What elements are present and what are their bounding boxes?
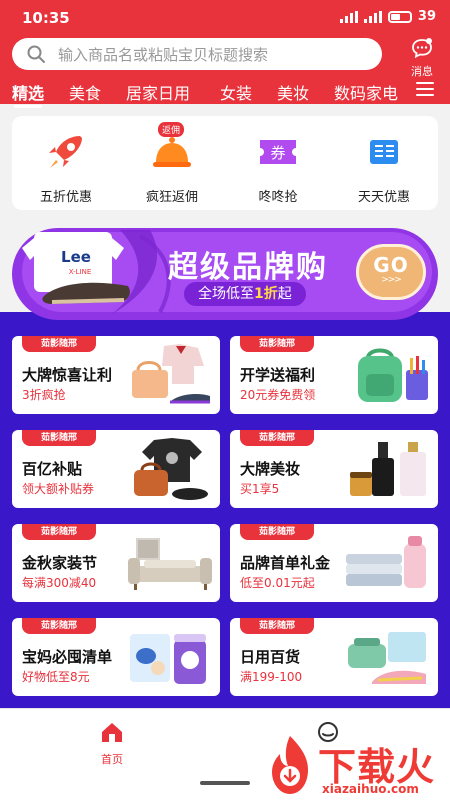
promo-card[interactable]: 茹影随邢 宝妈必囤清单 好物低至8元 <box>12 618 220 696</box>
feature-label: 疯狂返佣 <box>145 190 198 205</box>
kitchen-goods-image <box>348 632 426 684</box>
search-icon <box>27 45 45 63</box>
banner-brand: Lee <box>61 248 91 266</box>
sofa-image <box>128 538 212 590</box>
promo-subtitle: 买1享5 <box>240 482 280 496</box>
messages-label: 消息 <box>411 65 433 78</box>
nav-home[interactable]: 首页 <box>92 721 132 767</box>
promo-title: 大牌惊喜让利 <box>22 366 113 384</box>
book-icon <box>370 140 398 164</box>
header: 10:35 39 输入商品名或粘贴宝贝标题搜索 消息 精选 美食 居家日用 女装… <box>0 0 450 108</box>
promo-card[interactable]: 茹影随邢 开学送福利 20元券免费领 <box>230 336 438 414</box>
status-icons: 39 <box>339 9 436 24</box>
promo-grid: 茹影随邢 大牌惊喜让利 3折疯抢 茹影随邢 开学送福利 20元券免费领 茹影随邢… <box>0 328 450 708</box>
promo-tag: 茹影随邢 <box>22 336 96 352</box>
rocket-icon <box>49 136 82 168</box>
feature-label: 五折优惠 <box>39 190 92 205</box>
signal-icon-2 <box>363 10 382 23</box>
tshirt-bag-image <box>134 438 208 500</box>
quick-features: 五折优惠 返佣 疯狂返佣 券 咚咚抢 天天优惠 <box>12 116 438 210</box>
diapers-formula-image <box>130 634 206 684</box>
promo-subtitle: 每满300减40 <box>22 576 97 590</box>
promo-tag: 茹影随邢 <box>240 524 314 540</box>
signal-icon <box>339 10 358 23</box>
status-time: 10:35 <box>22 9 70 27</box>
tab-womens-wear[interactable]: 女装 <box>220 80 252 104</box>
battery-level: 39 <box>417 9 436 24</box>
promo-title: 日用百货 <box>240 648 301 666</box>
banner-title: 超级品牌购 <box>168 250 328 285</box>
banner-brand-sub: X-LINE <box>69 268 92 276</box>
promo-subtitle: 3折疯抢 <box>22 388 66 402</box>
rebate-badge: 返佣 <box>158 122 185 137</box>
tab-food[interactable]: 美食 <box>69 80 101 104</box>
gesture-home-bar[interactable] <box>200 781 250 785</box>
category-tabs: 精选 美食 居家日用 女装 美妆 数码家电 <box>0 78 450 108</box>
promo-subtitle: 领大额补贴券 <box>22 482 95 496</box>
promo-subtitle: 满199-100 <box>240 670 303 684</box>
menu-icon[interactable] <box>416 82 434 96</box>
status-bar: 10:35 39 <box>0 0 450 36</box>
feature-crazy-rebate[interactable]: 返佣 疯狂返佣 <box>132 122 212 205</box>
promo-tag: 茹影随邢 <box>240 430 314 446</box>
promo-card[interactable]: 茹影随邢 大牌美妆 买1享5 <box>230 430 438 508</box>
flame-logo-icon <box>272 736 308 794</box>
promo-card[interactable]: 茹影随邢 金秋家装节 每满300减40 <box>12 524 220 602</box>
tab-beauty[interactable]: 美妆 <box>277 80 309 104</box>
promo-title: 宝妈必囤清单 <box>22 648 113 666</box>
promo-tag: 茹影随邢 <box>240 618 314 634</box>
handbag-shoes-image <box>132 344 210 404</box>
messages-button[interactable]: 消息 <box>398 36 446 78</box>
search-input[interactable]: 输入商品名或粘贴宝贝标题搜索 <box>12 38 382 70</box>
feature-daily-deals[interactable]: 天天优惠 <box>344 130 424 205</box>
promo-tag: 茹影随邢 <box>22 618 96 634</box>
tab-featured[interactable]: 精选 <box>12 80 44 108</box>
battery-icon <box>387 10 412 23</box>
banner-subtitle-suffix: 起 <box>277 286 292 302</box>
promo-tag: 茹影随邢 <box>240 336 314 352</box>
promo-subtitle: 好物低至8元 <box>22 670 90 684</box>
banner-subtitle-highlight: 1折 <box>254 286 278 302</box>
nav-home-label: 首页 <box>101 753 123 766</box>
promo-subtitle: 20元券免费领 <box>240 388 316 402</box>
go-arrows: >>> <box>381 275 402 285</box>
promo-card[interactable]: 茹影随邢 日用百货 满199-100 <box>230 618 438 696</box>
home-icon <box>102 723 122 742</box>
coupon-glyph: 券 <box>270 144 285 162</box>
promo-title: 大牌美妆 <box>240 460 301 478</box>
banner-subtitle-prefix: 全场低至 <box>198 286 254 302</box>
watermark: 下载火 xiazaihuo.com <box>262 734 450 800</box>
backpack-pencils-image <box>358 348 428 402</box>
promo-tag: 茹影随邢 <box>22 430 96 446</box>
promo-subtitle: 低至0.01元起 <box>240 576 315 590</box>
promo-title: 品牌首单礼金 <box>240 554 331 572</box>
watermark-url: xiazaihuo.com <box>322 782 419 796</box>
tab-electronics[interactable]: 数码家电 <box>334 80 398 104</box>
promo-tag: 茹影随邢 <box>22 524 96 540</box>
banner-subtitle: 全场低至1折起 <box>184 282 306 306</box>
search-placeholder: 输入商品名或粘贴宝贝标题搜索 <box>58 45 269 64</box>
feature-label: 天天优惠 <box>357 190 410 205</box>
go-label: GO <box>373 253 409 277</box>
message-bubble-icon <box>412 38 432 59</box>
cosmetics-image <box>350 442 426 496</box>
promo-card[interactable]: 茹影随邢 百亿补贴 领大额补贴券 <box>12 430 220 508</box>
coupon-icon: 券 <box>260 140 296 164</box>
promo-card[interactable]: 茹影随邢 品牌首单礼金 低至0.01元起 <box>230 524 438 602</box>
promo-title: 金秋家装节 <box>22 554 98 572</box>
towels-bottle-image <box>346 536 426 588</box>
go-button[interactable]: GO >>> <box>356 244 426 300</box>
promo-title: 开学送福利 <box>240 366 316 384</box>
promo-title: 百亿补贴 <box>22 460 83 478</box>
feature-dongdong-grab[interactable]: 券 咚咚抢 <box>238 130 318 205</box>
feature-label: 咚咚抢 <box>258 190 298 205</box>
tab-home-goods[interactable]: 居家日用 <box>126 80 190 104</box>
promo-card[interactable]: 茹影随邢 大牌惊喜让利 3折疯抢 <box>12 336 220 414</box>
feature-half-price[interactable]: 五折优惠 <box>26 130 106 205</box>
